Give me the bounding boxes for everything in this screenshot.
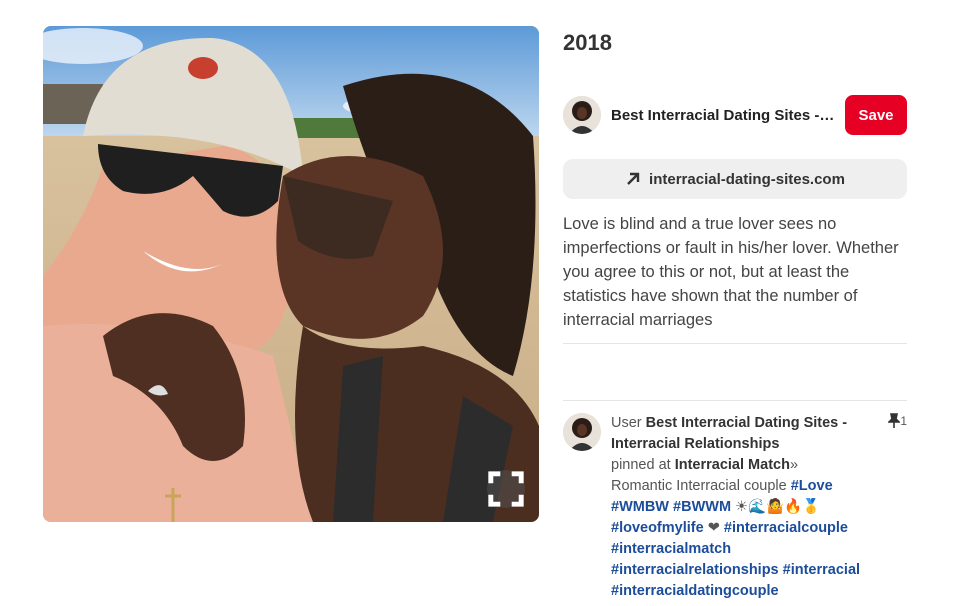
activity-board-suffix: »: [789, 457, 799, 473]
pin-count: 1: [888, 413, 907, 429]
hashtag-link[interactable]: #interracialdatingcouple: [611, 583, 779, 599]
external-link-arrow-icon: [625, 171, 641, 187]
hashtag-link[interactable]: #interracialcouple: [724, 520, 848, 536]
avatar[interactable]: [563, 96, 601, 134]
pin-description: Love is blind and a true lover sees no i…: [563, 215, 899, 329]
activity-board-link[interactable]: Interracial Match: [675, 457, 790, 473]
activity-text: User Best Interracial Dating Sites - Int…: [611, 413, 875, 602]
expand-image-button[interactable]: [487, 470, 525, 508]
hashtag-link[interactable]: #WMBW: [611, 499, 669, 515]
hashtag-link[interactable]: #Love: [791, 478, 833, 494]
source-row: Best Interracial Dating Sites - ... Save: [563, 95, 907, 135]
pin-image[interactable]: [43, 26, 539, 522]
heart-emoji: ❤: [707, 520, 720, 536]
activity-pinned-at: pinned at: [611, 457, 675, 473]
hashtag-link[interactable]: #interracialrelationships: [611, 562, 779, 578]
pin-title: 2018: [563, 30, 612, 55]
hashtag-link[interactable]: #interracialmatch: [611, 541, 731, 557]
divider: [563, 343, 907, 344]
emoji-string: ☀🌊🤷🔥🥇: [735, 499, 821, 515]
activity-avatar[interactable]: [563, 413, 601, 451]
source-link-button[interactable]: interracial-dating-sites.com: [563, 159, 907, 199]
pin-count-value: 1: [900, 414, 907, 428]
hashtag-link[interactable]: #interracial: [783, 562, 860, 578]
hashtag-link[interactable]: #loveofmylife: [611, 520, 704, 536]
activity-caption: Romantic Interracial couple: [611, 478, 791, 494]
divider: [563, 400, 907, 401]
pushpin-icon: [888, 413, 901, 428]
activity-prefix: User: [611, 415, 646, 431]
activity-user-link[interactable]: Best Interracial Dating Sites - Interrac…: [611, 415, 847, 452]
avatar-image: [563, 413, 601, 451]
hashtag-link[interactable]: #BWWM: [673, 499, 731, 515]
avatar-image: [563, 96, 601, 134]
save-button[interactable]: Save: [845, 95, 907, 135]
expand-icon: [488, 471, 524, 507]
pin-image-illustration: [43, 26, 539, 522]
source-name[interactable]: Best Interracial Dating Sites - ...: [611, 107, 835, 124]
source-link-text: interracial-dating-sites.com: [649, 170, 845, 188]
